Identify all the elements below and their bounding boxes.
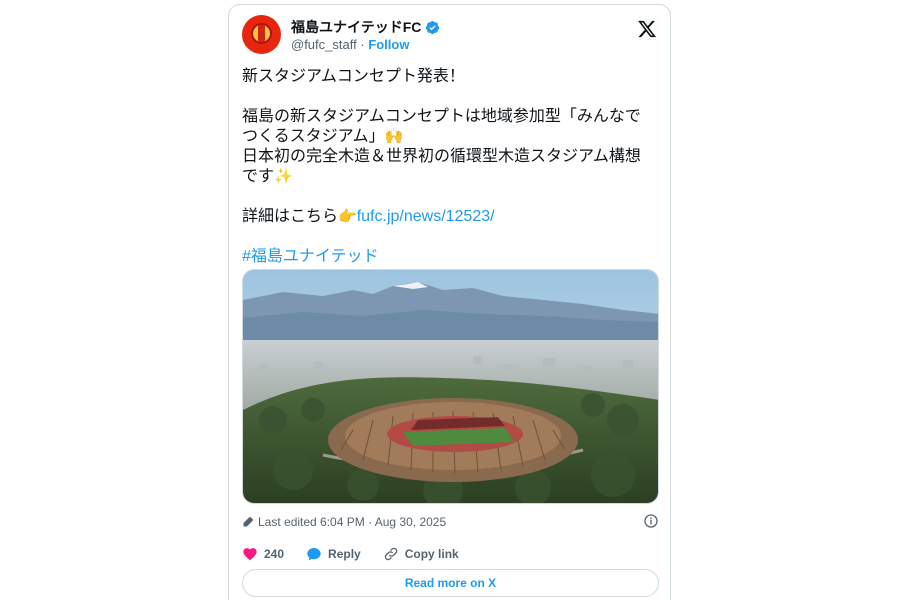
hashtag-link[interactable]: #福島ユナイテッド [242,248,379,265]
copy-link-label: Copy link [404,547,459,561]
action-bar: 240 Reply Copy link [242,544,481,564]
last-edited-text[interactable]: Last edited 6:04 PM · Aug 30, 2025 [258,515,446,529]
separator: · [356,37,369,52]
tweet-text: 新スタジアムコンセプト発表！ 福島の新スタジアムコンセプトは地域参加型「みんなで… [242,67,662,267]
sparkles-icon: ✨ [274,168,293,185]
like-button[interactable]: 240 [242,546,284,562]
follow-button[interactable]: Follow [368,37,409,52]
raised-hands-icon: 🙌 [384,128,404,145]
tweet-card: 福島ユナイテッドFC @fufc_staff · Follow 新スタジアムコン… [228,4,671,600]
reply-button[interactable]: Reply [306,546,361,562]
verified-badge-icon [426,20,440,34]
tweet-header: 福島ユナイテッドFC @fufc_staff · Follow [242,15,657,55]
pointing-hand-icon: 👉 [338,208,357,225]
reply-bubble-icon [307,548,321,561]
edit-info-row: Last edited 6:04 PM · Aug 30, 2025 [242,513,659,531]
avatar[interactable] [242,15,281,54]
read-more-button[interactable]: Read more on X [242,569,659,597]
avatar-stripe [258,25,265,42]
text-line: つくるスタジアム」 [242,128,385,145]
text-line: 日本初の完全木造＆世界初の循環型木造スタジアム構想 [242,148,641,165]
author-handle[interactable]: @fufc_staff [291,37,357,52]
like-count: 240 [264,547,285,561]
stadium-rendering [243,270,658,503]
author-name[interactable]: 福島ユナイテッドFC [291,17,421,37]
copy-link-button[interactable]: Copy link [383,546,459,562]
text-line: です [242,168,275,185]
link-icon [384,547,397,561]
text-line-with-emoji: つくるスタジアム」🙌 [242,127,662,147]
details-line: 詳細はこちら👉fufc.jp/news/12523/ [242,207,662,227]
author-row: 福島ユナイテッドFC [291,17,440,37]
text-line-with-emoji: です✨ [242,167,662,187]
media-image[interactable] [242,269,659,504]
heart-icon [243,548,257,561]
text-line: 福島の新スタジアムコンセプトは地域参加型「みんなで [242,108,641,125]
news-link[interactable]: fufc.jp/news/12523/ [357,208,495,225]
text-line: 詳細はこちら [242,208,339,225]
pencil-icon [243,517,253,527]
handle-row: @fufc_staff · Follow [291,37,409,52]
info-icon[interactable] [643,513,659,529]
x-logo-icon[interactable] [637,19,657,39]
reply-label: Reply [328,547,361,561]
text-line: 新スタジアムコンセプト発表！ [242,68,465,85]
